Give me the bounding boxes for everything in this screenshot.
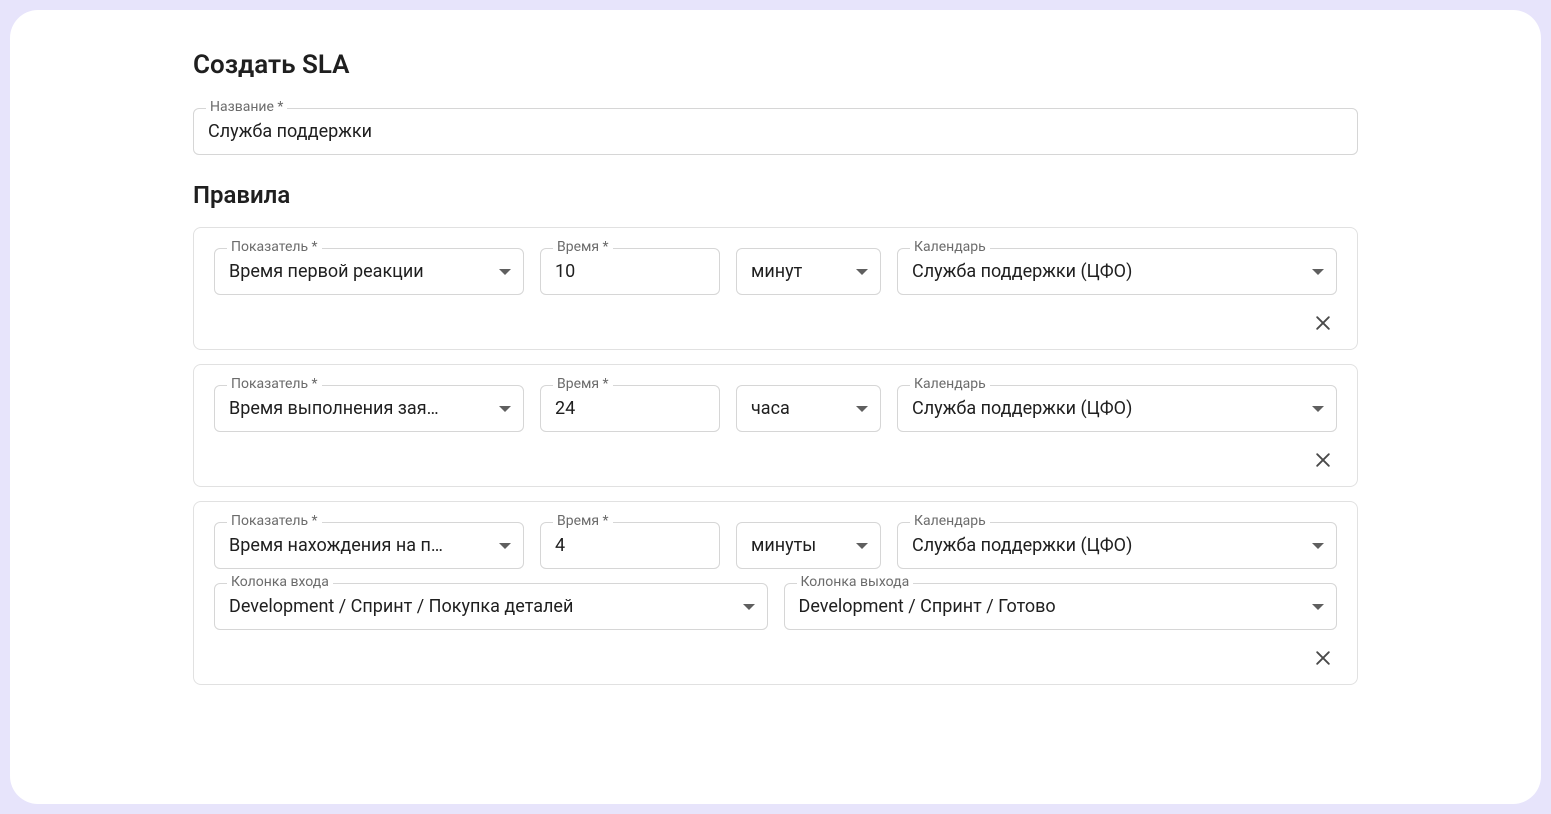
time-input[interactable]: Время * 24 [540, 385, 720, 432]
close-icon [1313, 648, 1333, 668]
time-input[interactable]: Время * 10 [540, 248, 720, 295]
chevron-down-icon [1312, 269, 1324, 275]
close-icon [1313, 313, 1333, 333]
time-value: 10 [541, 249, 719, 294]
calendar-label: Календарь [910, 376, 990, 392]
metric-select[interactable]: Показатель * Время нахождения на п… [214, 522, 524, 569]
metric-value: Время нахождения на п… [215, 523, 523, 568]
rule-card: Показатель * Время нахождения на п… Врем… [193, 501, 1358, 685]
column-out-label: Колонка выхода [797, 574, 914, 590]
calendar-label: Календарь [910, 239, 990, 255]
rule-card: Показатель * Время выполнения зая… Время… [193, 364, 1358, 487]
metric-label: Показатель * [227, 376, 322, 392]
calendar-label: Календарь [910, 513, 990, 529]
metric-select[interactable]: Показатель * Время первой реакции [214, 248, 524, 295]
calendar-value: Служба поддержки (ЦФО) [898, 523, 1336, 568]
form-card: Создать SLA Название * Служба поддержки … [10, 10, 1541, 804]
unit-select[interactable]: минуты [736, 522, 881, 569]
rules-heading: Правила [193, 181, 1358, 209]
chevron-down-icon [1312, 543, 1324, 549]
column-in-label: Колонка входа [227, 574, 333, 590]
time-label: Время * [553, 239, 613, 255]
name-value: Служба поддержки [194, 109, 1357, 154]
calendar-value: Служба поддержки (ЦФО) [898, 386, 1336, 431]
metric-label: Показатель * [227, 513, 322, 529]
unit-select[interactable]: минут [736, 248, 881, 295]
close-icon [1313, 450, 1333, 470]
metric-value: Время первой реакции [215, 249, 523, 294]
rule-card: Показатель * Время первой реакции Время … [193, 227, 1358, 350]
chevron-down-icon [856, 543, 868, 549]
name-label: Название * [206, 99, 287, 115]
metric-label: Показатель * [227, 239, 322, 255]
name-input[interactable]: Название * Служба поддержки [193, 108, 1358, 155]
column-out-value: Development / Спринт / Готово [785, 584, 1337, 629]
page-title: Создать SLA [193, 50, 1358, 80]
column-in-select[interactable]: Колонка входа Development / Спринт / Пок… [214, 583, 768, 630]
calendar-select[interactable]: Календарь Служба поддержки (ЦФО) [897, 385, 1337, 432]
time-label: Время * [553, 376, 613, 392]
time-value: 4 [541, 523, 719, 568]
chevron-down-icon [856, 406, 868, 412]
time-value: 24 [541, 386, 719, 431]
delete-rule-button[interactable] [1309, 644, 1337, 672]
delete-rule-button[interactable] [1309, 446, 1337, 474]
time-input[interactable]: Время * 4 [540, 522, 720, 569]
metric-value: Время выполнения зая… [215, 386, 523, 431]
unit-select[interactable]: часа [736, 385, 881, 432]
chevron-down-icon [1312, 406, 1324, 412]
chevron-down-icon [499, 543, 511, 549]
chevron-down-icon [499, 269, 511, 275]
calendar-value: Служба поддержки (ЦФО) [898, 249, 1336, 294]
chevron-down-icon [499, 406, 511, 412]
delete-rule-button[interactable] [1309, 309, 1337, 337]
calendar-select[interactable]: Календарь Служба поддержки (ЦФО) [897, 522, 1337, 569]
calendar-select[interactable]: Календарь Служба поддержки (ЦФО) [897, 248, 1337, 295]
chevron-down-icon [1312, 604, 1324, 610]
chevron-down-icon [856, 269, 868, 275]
metric-select[interactable]: Показатель * Время выполнения зая… [214, 385, 524, 432]
time-label: Время * [553, 513, 613, 529]
chevron-down-icon [743, 604, 755, 610]
column-in-value: Development / Спринт / Покупка деталей [215, 584, 767, 629]
column-out-select[interactable]: Колонка выхода Development / Спринт / Го… [784, 583, 1338, 630]
